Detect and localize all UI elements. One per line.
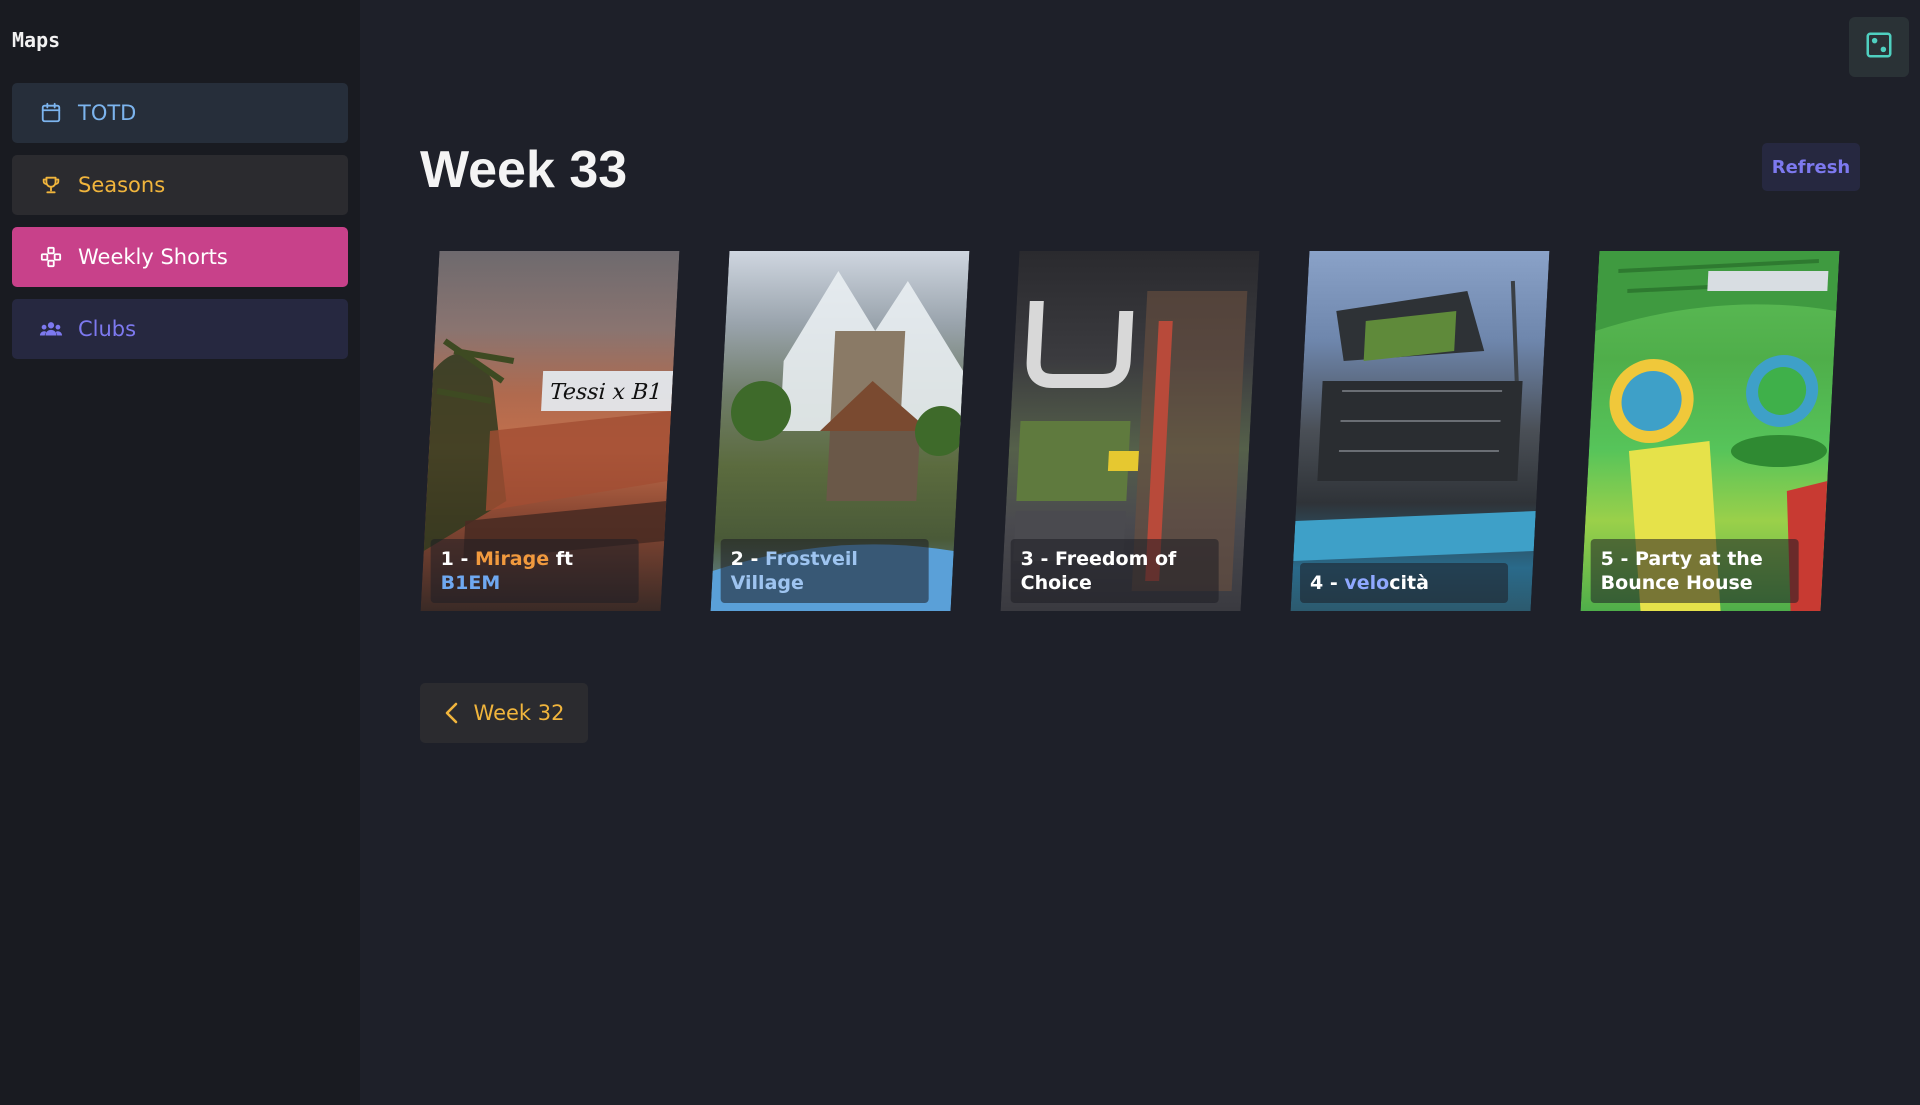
sidebar-item-weekly-shorts[interactable]: Weekly Shorts [12,227,348,287]
sidebar-item-label: TOTD [78,101,137,125]
map-card[interactable]: Tessi x B1 1 - Mirage ft B1EM [420,251,680,611]
svg-text:Tessi x B1: Tessi x B1 [549,380,662,405]
sidebar-item-label: Seasons [78,173,166,197]
sidebar-title: Maps [12,28,61,52]
map-thumbnail [1290,251,1550,611]
sidebar: Maps TOTD Seasons Weekly Shorts Clubs [0,0,360,1105]
previous-week-label: Week 32 [473,701,565,725]
map-label: 1 - Mirage ft B1EM [430,539,639,603]
map-card[interactable]: 4 - velocità [1290,251,1550,611]
sidebar-item-label: Clubs [78,317,137,341]
map-card[interactable]: 2 - Frostveil Village [710,251,970,611]
map-card[interactable]: 3 - Freedom of Choice [1000,251,1260,611]
map-label: 3 - Freedom of Choice [1010,539,1219,603]
users-icon [38,316,64,342]
sidebar-item-seasons[interactable]: Seasons [12,155,348,215]
sidebar-item-clubs[interactable]: Clubs [12,299,348,359]
map-card[interactable]: 5 - Party at the Bounce House [1580,251,1840,611]
page-title: Week 33 [420,141,628,199]
previous-week-button[interactable]: Week 32 [420,683,588,743]
random-map-button[interactable] [1849,17,1909,77]
refresh-button[interactable]: Refresh [1762,143,1860,191]
map-label: 2 - Frostveil Village [720,539,929,603]
map-label: 4 - velocità [1300,563,1509,603]
trophy-icon [38,172,64,198]
shorts-icon [38,244,64,270]
chevron-left-icon [444,702,460,724]
calendar-icon [38,100,64,126]
dice-icon [1864,30,1894,64]
sidebar-item-totd[interactable]: TOTD [12,83,348,143]
sidebar-item-label: Weekly Shorts [78,245,228,269]
map-label: 5 - Party at the Bounce House [1590,539,1799,603]
